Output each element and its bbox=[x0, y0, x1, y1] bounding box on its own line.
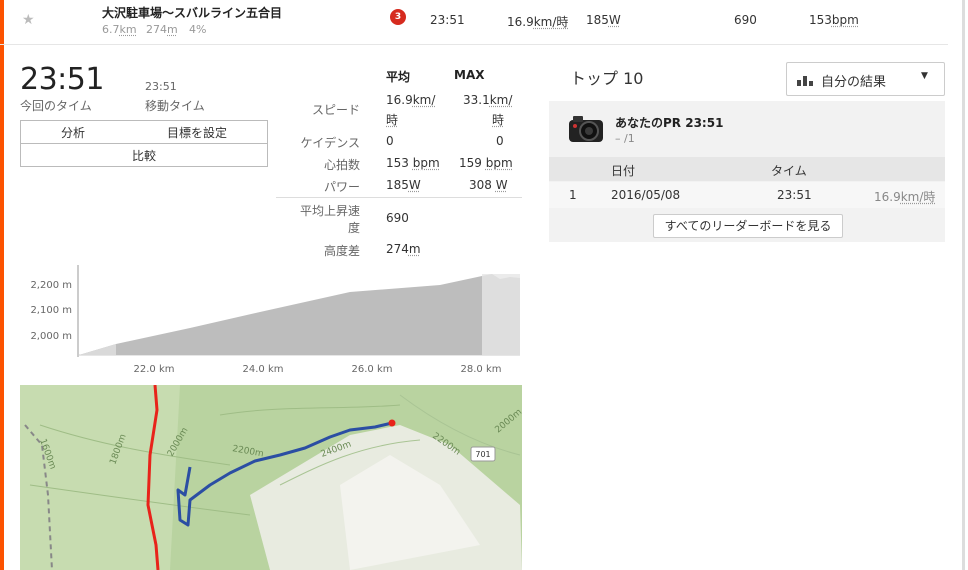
leaderboard-header: 日付 タイム bbox=[549, 157, 945, 181]
route-map[interactable]: 1600m 1800m 2000m 2200m 2400m 2200m 2000… bbox=[20, 385, 522, 570]
vam-label-2: 度 bbox=[347, 221, 360, 235]
heartrate-avg: 153 bpm bbox=[386, 156, 440, 170]
vam-value: 690 bbox=[386, 211, 409, 225]
segment-elevation: 274m bbox=[146, 23, 178, 36]
stats-divider bbox=[276, 197, 522, 198]
row-time: 23:51 bbox=[777, 188, 812, 202]
elev-label: 高度差 bbox=[323, 244, 360, 258]
cadence-label: ケイデンス bbox=[300, 136, 360, 150]
map-canvas[interactable]: 1600m 1800m 2000m 2200m 2400m 2200m 2000… bbox=[20, 385, 522, 570]
power-max: 308 W bbox=[469, 178, 508, 192]
caret-down-icon: ▼ bbox=[921, 71, 928, 81]
segment-power: 185W bbox=[586, 13, 621, 27]
see-all-leaderboards-button[interactable]: すべてのリーダーボードを見る bbox=[653, 214, 843, 238]
row-rank: 1 bbox=[569, 188, 577, 202]
pr-label: あなたのPR 23:51 bbox=[615, 116, 724, 130]
road-badge-label: 701 bbox=[475, 450, 490, 459]
moving-label: 移動タイム bbox=[145, 99, 205, 113]
segment-end-shade bbox=[482, 274, 520, 355]
accent-edge bbox=[0, 0, 4, 570]
segment-distance: 6.7km bbox=[102, 23, 137, 36]
segment-vam: 690 bbox=[734, 13, 757, 27]
speed-max: 33.1km/ bbox=[463, 93, 513, 107]
heartrate-label: 心拍数 bbox=[323, 158, 360, 172]
row-date[interactable]: 2016/05/08 bbox=[611, 188, 680, 202]
camera-avatar-icon[interactable] bbox=[567, 110, 605, 146]
cadence-max: 0 bbox=[496, 134, 504, 148]
max-header: MAX bbox=[454, 68, 485, 82]
x-tick-label: 26.0 km bbox=[352, 364, 393, 375]
vam-label-1: 平均上昇速 bbox=[299, 204, 360, 218]
segment-time: 23:51 bbox=[430, 13, 465, 27]
power-label: パワー bbox=[323, 180, 360, 194]
segment-title[interactable]: 大沢駐車場～スバルライン五合目 bbox=[102, 4, 282, 21]
date-column-header: 日付 bbox=[611, 164, 636, 178]
analysis-goal-bar: 分析 目標を設定 bbox=[20, 120, 268, 144]
pr-rank: – /1 bbox=[615, 132, 635, 145]
set-goal-button[interactable]: 目標を設定 bbox=[167, 124, 227, 141]
elapsed-time: 23:51 bbox=[20, 62, 104, 97]
camera-icon bbox=[569, 116, 603, 142]
leaderboard-row[interactable]: 1 2016/05/08 23:51 16.9km/時 bbox=[549, 182, 945, 208]
cadence-avg: 0 bbox=[386, 134, 394, 148]
power-avg: 185W bbox=[386, 178, 421, 192]
heartrate-max: 159 bpm bbox=[459, 156, 513, 170]
elevation-profile-light bbox=[79, 344, 116, 355]
elevation-profile bbox=[79, 274, 520, 355]
speed-avg-unit: 時 bbox=[386, 113, 399, 127]
leaderboard-title: トップ 10 bbox=[570, 69, 644, 88]
elapsed-label: 今回のタイム bbox=[20, 99, 92, 113]
scroll-edge bbox=[962, 0, 965, 570]
results-dropdown[interactable]: 自分の結果 ▼ bbox=[786, 62, 945, 96]
segment-speed: 16.9km/時 bbox=[507, 15, 569, 29]
moving-time: 23:51 bbox=[145, 80, 177, 93]
row-speed: 16.9km/時 bbox=[874, 190, 936, 204]
speed-avg: 16.9km/ bbox=[386, 93, 436, 107]
star-icon[interactable]: ★ bbox=[22, 12, 35, 28]
time-column-header: タイム bbox=[771, 164, 807, 178]
x-tick-label: 28.0 km bbox=[461, 364, 502, 375]
y-tick-label: 2,100 m bbox=[30, 305, 72, 316]
elevation-chart[interactable]: 2,200 m 2,100 m 2,000 m 22.0 km 24.0 km … bbox=[20, 265, 522, 377]
y-tick-label: 2,200 m bbox=[30, 280, 72, 291]
route-end-marker bbox=[388, 419, 396, 427]
speed-label: スピード bbox=[311, 103, 360, 117]
elev-value: 274m bbox=[386, 242, 421, 256]
compare-button[interactable]: 比較 bbox=[20, 143, 268, 167]
segment-row[interactable]: ★ 大沢駐車場～スバルライン五合目 6.7km 274m 4% 3 23:51 … bbox=[0, 0, 948, 45]
bar-chart-icon bbox=[797, 76, 813, 86]
x-tick-label: 22.0 km bbox=[134, 364, 175, 375]
segment-grade: 4% bbox=[189, 23, 207, 36]
y-tick-label: 2,000 m bbox=[30, 331, 72, 342]
x-tick-label: 24.0 km bbox=[243, 364, 284, 375]
rank-badge: 3 bbox=[390, 9, 406, 25]
avg-header: 平均 bbox=[386, 70, 411, 84]
dropdown-label: 自分の結果 bbox=[821, 75, 887, 90]
analysis-button[interactable]: 分析 bbox=[61, 124, 85, 141]
segment-heartrate: 153bpm bbox=[809, 13, 859, 27]
speed-max-unit: 時 bbox=[492, 113, 505, 127]
compare-label: 比較 bbox=[132, 149, 157, 163]
